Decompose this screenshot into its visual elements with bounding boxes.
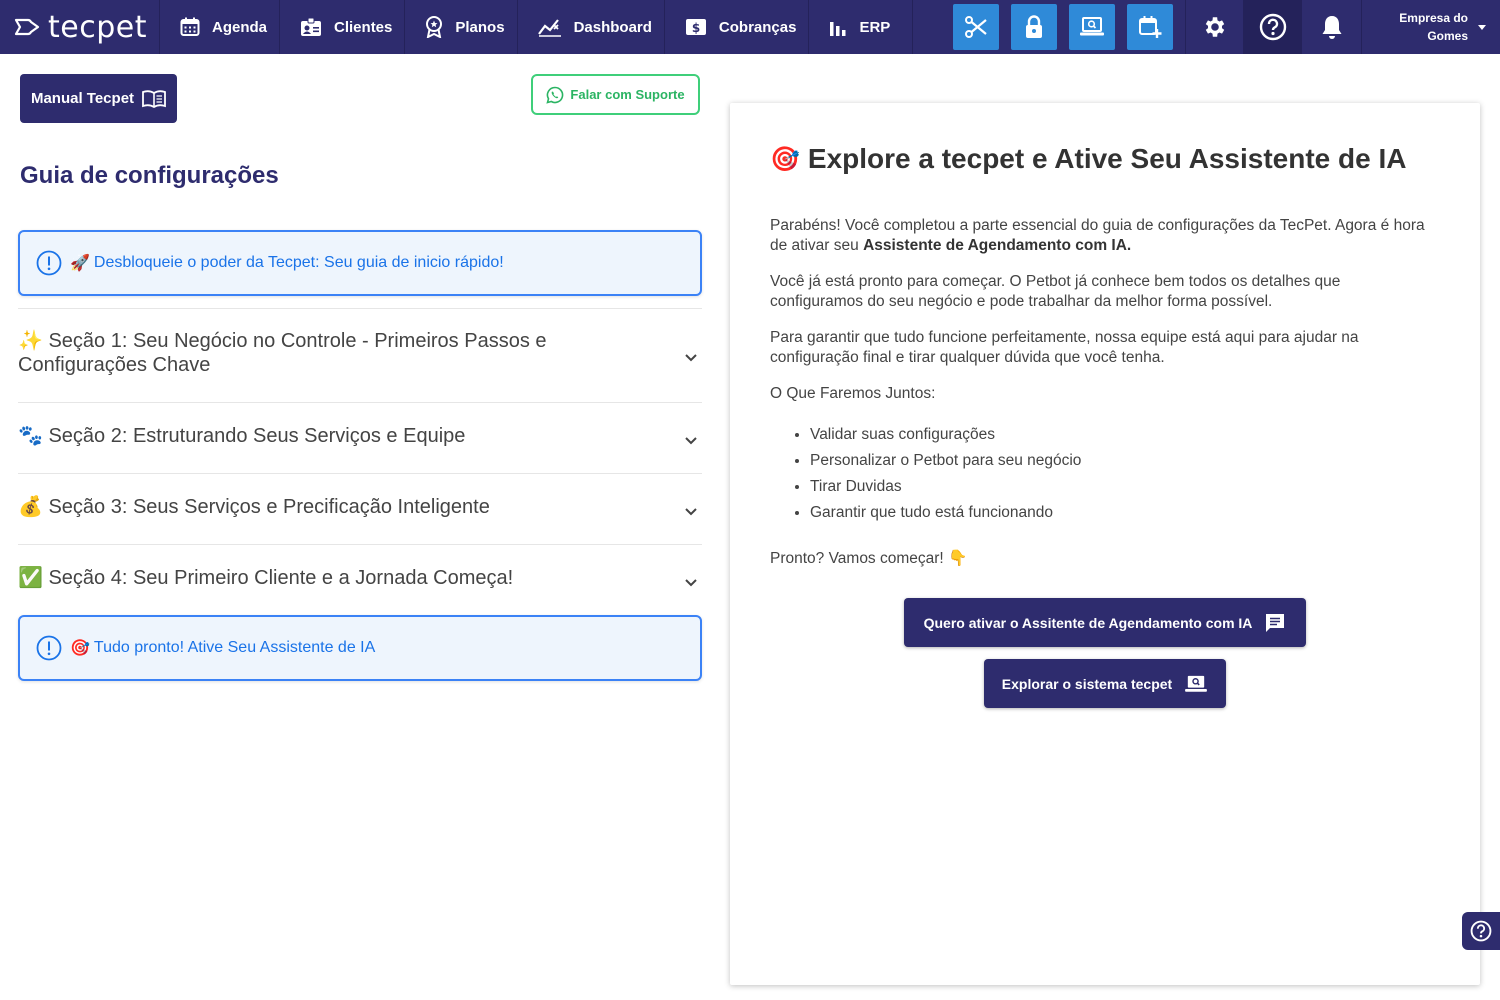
money-bag-icon: 💰: [18, 496, 43, 518]
nav-erp-label: ERP: [859, 18, 891, 36]
target-icon: 🎯: [770, 145, 800, 173]
manual-button-label: Manual Tecpet: [30, 90, 135, 107]
bell-icon: [1322, 16, 1342, 39]
chat-message-icon: [1266, 613, 1285, 632]
list-item: Validar suas configurações: [810, 425, 1081, 451]
info-circle-icon: [36, 250, 62, 276]
chevron-down-icon: [685, 354, 697, 362]
nav-cobrancas[interactable]: $ Cobranças: [665, 0, 810, 54]
page-title: Guia de configurações: [20, 162, 279, 189]
svg-text:$: $: [692, 21, 700, 35]
section-1-label: ✨ Seção 1: Seu Negócio no Controle - Pri…: [18, 330, 547, 376]
nav-agenda[interactable]: Agenda: [160, 0, 281, 54]
section-3-label: 💰 Seção 3: Seus Serviços e Precificação …: [18, 496, 490, 518]
top-navbar: tecpet Agenda Clientes Planos Dashboard …: [0, 0, 1500, 54]
section-4-label: ✅ Seção 4: Seu Primeiro Cliente e a Jorn…: [18, 567, 514, 589]
support-button-label: Falar com Suporte: [570, 87, 685, 102]
chevron-down-icon: [685, 579, 697, 587]
manual-tecpet-button[interactable]: Manual Tecpet: [20, 74, 177, 123]
calendar-add-icon: [1139, 16, 1162, 38]
help-circle-icon: [1259, 13, 1286, 41]
lock-icon: [1026, 15, 1043, 38]
paw-icon: 🐾: [18, 425, 43, 447]
logo-icon: [14, 18, 40, 36]
explore-system-button[interactable]: Explorar o sistema tecpet: [984, 659, 1226, 708]
support-button[interactable]: Falar com Suporte: [531, 74, 700, 115]
quick-lock-button[interactable]: [1011, 4, 1058, 50]
quick-search-laptop-button[interactable]: [1069, 4, 1116, 50]
check-mark-icon: ✅: [18, 567, 43, 589]
nav-clientes[interactable]: Clientes: [280, 0, 406, 54]
company-selector[interactable]: Empresa do Gomes: [1362, 0, 1500, 54]
company-name: Empresa do Gomes: [1399, 11, 1468, 43]
quick-scissors-button[interactable]: [953, 4, 1000, 50]
logo-text: tecpet: [48, 9, 147, 45]
tasks-list: Validar suas configurações Personalizar …: [810, 425, 1081, 529]
nav-dashboard[interactable]: Dashboard: [518, 0, 665, 54]
info-circle-icon: [36, 635, 62, 661]
rocket-icon: 🚀: [70, 255, 90, 272]
panel-title: 🎯 Explore a tecpet e Ative Seu Assistent…: [770, 143, 1407, 174]
laptop-search-icon: [1080, 17, 1105, 36]
accordion-section-1[interactable]: ✨ Seção 1: Seu Negócio no Controle - Pri…: [18, 308, 702, 403]
paragraph-team: Para garantir que tudo funcione perfeita…: [770, 329, 1359, 366]
nav-planos[interactable]: Planos: [405, 0, 518, 54]
chart-line-icon: [537, 19, 561, 37]
caret-down-icon: [1478, 24, 1486, 30]
dollar-icon: $: [685, 19, 706, 35]
nav-erp[interactable]: ERP: [809, 0, 914, 54]
paragraph-petbot: Você já está pronto para começar. O Petb…: [770, 273, 1341, 310]
scissors-icon: [965, 16, 987, 38]
nav-cobrancas-label: Cobranças: [718, 18, 797, 36]
activate-ai-assistant-button[interactable]: Quero ativar o Assitente de Agendamento …: [904, 598, 1306, 647]
book-open-icon: [142, 89, 166, 108]
list-item: Garantir que tudo está funcionando: [810, 503, 1081, 529]
floating-help-button[interactable]: [1462, 912, 1500, 950]
paragraph-congrats: Parabéns! Você completou a parte essenci…: [770, 217, 1425, 254]
section-2-label: 🐾 Seção 2: Estruturando Seus Serviços e …: [18, 425, 466, 447]
nav-clientes-label: Clientes: [334, 18, 393, 36]
help-button[interactable]: [1244, 0, 1303, 54]
tecpet-logo[interactable]: tecpet: [0, 0, 160, 54]
accordion-section-3[interactable]: 💰 Seção 3: Seus Serviços e Precificação …: [18, 473, 702, 545]
content-panel: 🎯 Explore a tecpet e Ative Seu Assistent…: [730, 103, 1480, 985]
quick-start-alert-text: Desbloqueie o poder da Tecpet: Seu guia …: [93, 254, 504, 271]
contact-card-icon: [301, 17, 322, 36]
chevron-down-icon: [685, 508, 697, 516]
ai-assistant-alert[interactable]: 🎯 Tudo pronto! Ative Seu Assistente de I…: [18, 615, 702, 681]
accordion-section-2[interactable]: 🐾 Seção 2: Estruturando Seus Serviços e …: [18, 402, 702, 474]
sparkles-icon: ✨: [18, 330, 43, 352]
calendar-icon: [180, 17, 200, 36]
nav-agenda-label: Agenda: [212, 18, 268, 36]
quick-actions: [913, 0, 1187, 54]
pointing-down-icon: 👇: [948, 550, 968, 567]
paragraph-ready: Pronto? Vamos começar! 👇: [770, 550, 968, 567]
nav-planos-label: Planos: [455, 18, 505, 36]
activate-ai-button-label: Quero ativar o Assitente de Agendamento …: [923, 614, 1253, 631]
award-icon: [426, 16, 443, 38]
settings-button[interactable]: [1186, 0, 1245, 54]
explore-button-label: Explorar o sistema tecpet: [1001, 675, 1173, 692]
paragraph-together: O Que Faremos Juntos:: [770, 385, 936, 402]
list-item: Tirar Duvidas: [810, 477, 1081, 503]
nav-dashboard-label: Dashboard: [573, 18, 652, 36]
laptop-search-icon: [1185, 675, 1208, 692]
gear-icon: [1205, 17, 1225, 37]
accordion-section-4[interactable]: ✅ Seção 4: Seu Primeiro Cliente e a Jorn…: [18, 544, 702, 616]
chevron-down-icon: [685, 437, 697, 445]
whatsapp-icon: [546, 86, 564, 104]
ai-assistant-alert-text: Tudo pronto! Ative Seu Assistente de IA: [93, 639, 376, 656]
quick-calendar-add-button[interactable]: [1127, 4, 1174, 50]
list-item: Personalizar o Petbot para seu negócio: [810, 451, 1081, 477]
help-circle-icon: [1470, 920, 1492, 942]
quick-start-alert[interactable]: 🚀 Desbloqueie o poder da Tecpet: Seu gui…: [18, 230, 702, 296]
notifications-button[interactable]: [1302, 0, 1363, 54]
bar-chart-icon: [830, 22, 846, 36]
target-icon: 🎯: [70, 640, 90, 657]
